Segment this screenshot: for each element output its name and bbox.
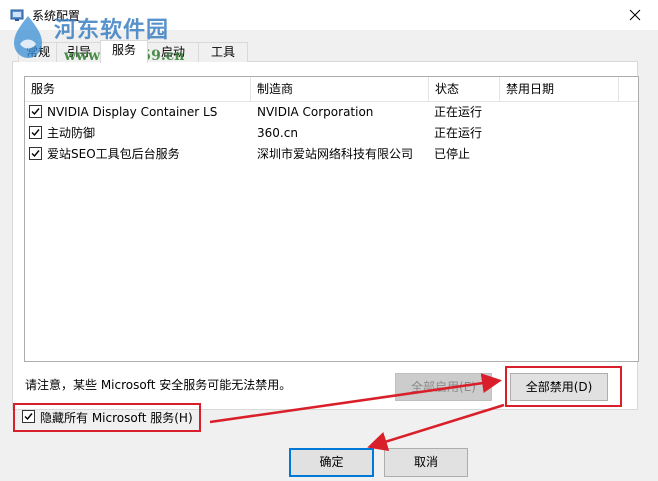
column-header-status[interactable]: 状态 bbox=[429, 77, 500, 101]
system-config-icon bbox=[10, 8, 24, 22]
tab-general[interactable]: 常规 bbox=[18, 42, 58, 62]
title-bar[interactable]: 系统配置 bbox=[0, 0, 658, 30]
service-manufacturer: 深圳市爱站网络科技有限公司 bbox=[257, 147, 414, 161]
service-manufacturer: NVIDIA Corporation bbox=[257, 105, 374, 119]
security-services-note: 请注意，某些 Microsoft 安全服务可能无法禁用。 bbox=[25, 378, 292, 392]
highlight-box-hide-microsoft bbox=[13, 403, 201, 432]
column-header-manufacturer[interactable]: 制造商 bbox=[251, 77, 429, 101]
service-checkbox[interactable] bbox=[29, 147, 42, 160]
table-row[interactable]: NVIDIA Display Container LS NVIDIA Corpo… bbox=[25, 102, 638, 123]
checkmark-icon bbox=[31, 129, 40, 137]
service-status: 正在运行 bbox=[434, 126, 483, 140]
system-config-window: 系统配置 常规 引导 服务 启动 工具 河东软件园 www.pc0359.cn … bbox=[0, 0, 658, 481]
cancel-button[interactable]: 取消 bbox=[384, 448, 468, 477]
tab-boot[interactable]: 引导 bbox=[56, 42, 102, 62]
table-row[interactable]: 爱站SEO工具包后台服务 深圳市爱站网络科技有限公司 已停止 bbox=[25, 144, 638, 165]
service-status: 正在运行 bbox=[434, 105, 483, 119]
service-name: 主动防御 bbox=[47, 126, 96, 140]
service-status: 已停止 bbox=[434, 147, 471, 161]
column-header-service[interactable]: 服务 bbox=[25, 77, 251, 101]
tab-tools[interactable]: 工具 bbox=[198, 42, 248, 62]
close-button[interactable] bbox=[612, 0, 658, 30]
service-manufacturer: 360.cn bbox=[257, 126, 298, 140]
window-title: 系统配置 bbox=[32, 9, 81, 23]
checkmark-icon bbox=[31, 150, 40, 158]
enable-all-button[interactable]: 全部启用(E) bbox=[395, 373, 492, 401]
services-list[interactable]: 服务 制造商 状态 禁用日期 NVIDIA Display Container … bbox=[24, 76, 639, 362]
service-name: NVIDIA Display Container LS bbox=[47, 105, 218, 119]
checkmark-icon bbox=[31, 108, 40, 116]
service-checkbox[interactable] bbox=[29, 105, 42, 118]
tab-startup[interactable]: 启动 bbox=[146, 42, 200, 62]
highlight-box-disable-all bbox=[505, 366, 622, 407]
service-checkbox[interactable] bbox=[29, 126, 42, 139]
list-header: 服务 制造商 状态 禁用日期 bbox=[25, 77, 638, 102]
service-name: 爱站SEO工具包后台服务 bbox=[47, 147, 180, 161]
table-row[interactable]: 主动防御 360.cn 正在运行 bbox=[25, 123, 638, 144]
close-icon bbox=[629, 9, 641, 21]
ok-button[interactable]: 确定 bbox=[289, 448, 374, 477]
tab-services[interactable]: 服务 bbox=[100, 40, 148, 63]
arrow-to-ok bbox=[367, 403, 505, 452]
column-header-disabled-date[interactable]: 禁用日期 bbox=[500, 77, 619, 101]
